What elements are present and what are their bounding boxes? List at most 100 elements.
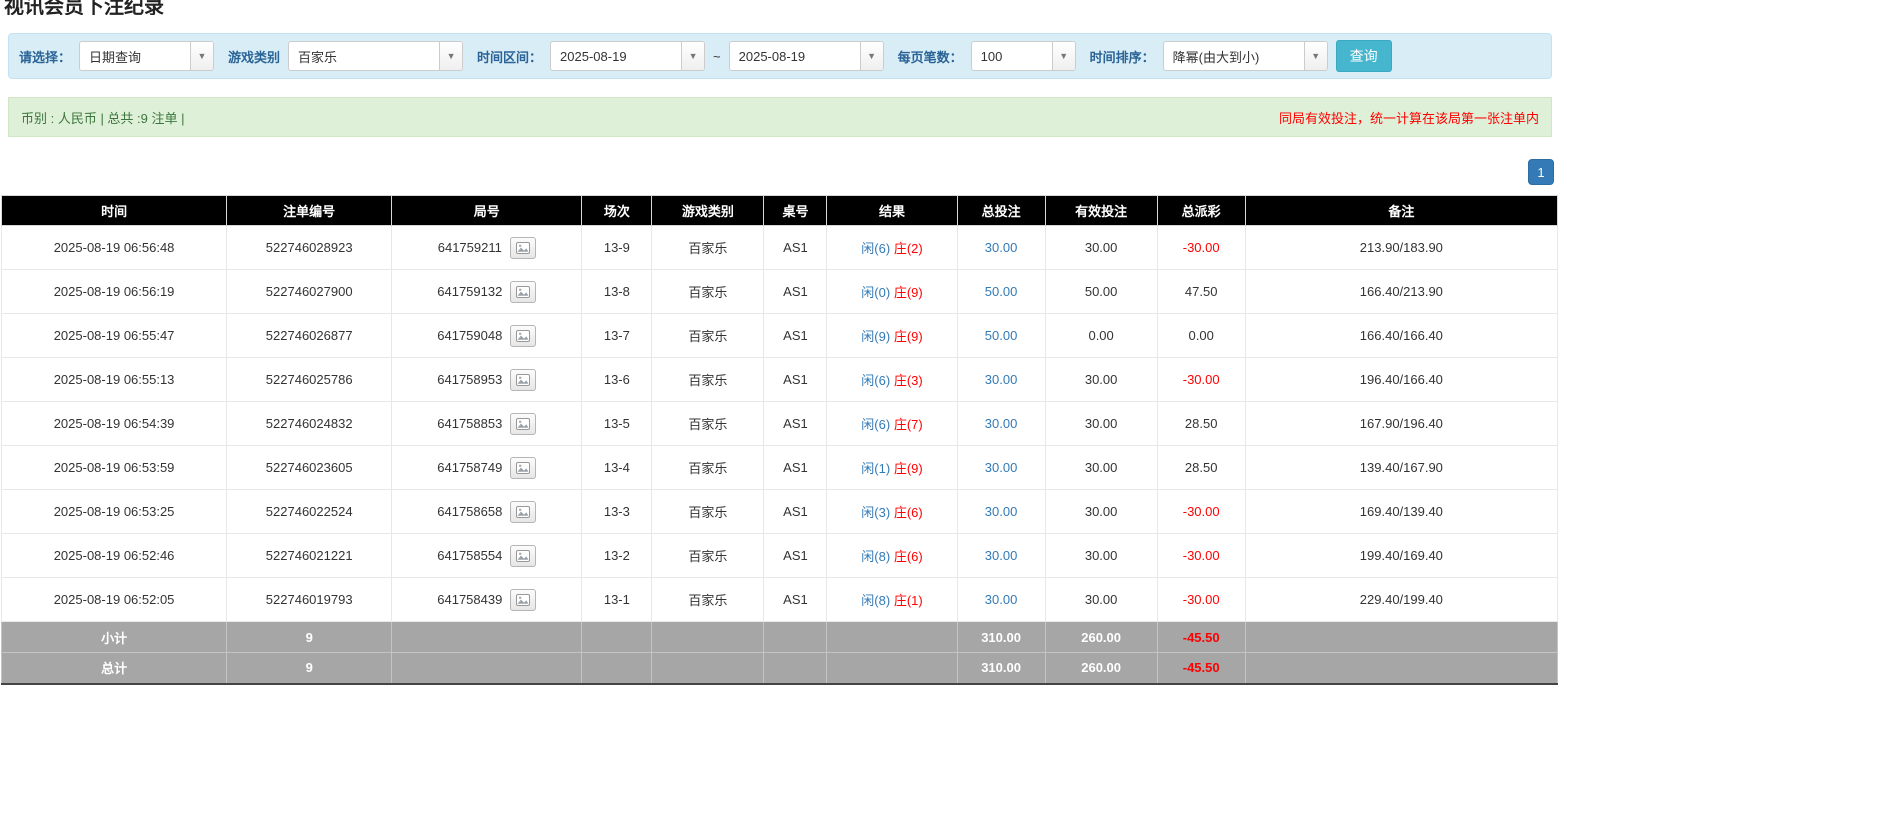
column-header: 总投注 xyxy=(957,196,1045,226)
table-row: 2025-08-19 06:53:25522746022524641758658… xyxy=(2,490,1558,534)
round-detail-icon[interactable] xyxy=(510,237,536,259)
total-bet-link[interactable]: 50.00 xyxy=(985,328,1018,343)
banker-result: 庄(9) xyxy=(894,329,923,344)
picture-icon xyxy=(516,330,530,342)
per-page-select[interactable]: 100 ▼ xyxy=(971,41,1076,71)
round-number: 641759211 xyxy=(438,240,502,255)
query-type-value: 日期查询 xyxy=(80,42,190,70)
query-type-select[interactable]: 日期查询 ▼ xyxy=(79,41,214,71)
cell-total-bet: 50.00 xyxy=(957,314,1045,358)
total-bet-link[interactable]: 30.00 xyxy=(985,460,1018,475)
cell-table-no: AS1 xyxy=(764,446,827,490)
cell-remark: 169.40/139.40 xyxy=(1245,490,1557,534)
chevron-down-icon[interactable]: ▼ xyxy=(439,42,462,70)
page-title: 视讯会员下注纪录 xyxy=(4,0,1560,15)
payout-value: 0.00 xyxy=(1189,328,1214,343)
cell-time: 2025-08-19 06:55:13 xyxy=(2,358,227,402)
cell-result: 闲(8) 庄(6) xyxy=(827,534,957,578)
cell-table-no: AS1 xyxy=(764,270,827,314)
chevron-down-icon[interactable]: ▼ xyxy=(681,42,704,70)
cell-remark: 213.90/183.90 xyxy=(1245,226,1557,270)
per-page-label: 每页笔数： xyxy=(898,47,963,66)
picture-icon xyxy=(516,242,530,254)
summary-cell xyxy=(392,622,582,653)
total-bet-link[interactable]: 30.00 xyxy=(985,240,1018,255)
summary-cell: -45.50 xyxy=(1157,653,1245,684)
date-from-select[interactable]: 2025-08-19 ▼ xyxy=(550,41,705,71)
cell-round: 641759211 xyxy=(392,226,582,270)
round-detail-icon[interactable] xyxy=(510,457,536,479)
round-detail-icon[interactable] xyxy=(510,501,536,523)
cell-game-type: 百家乐 xyxy=(652,490,764,534)
table-row: 2025-08-19 06:52:46522746021221641758554… xyxy=(2,534,1558,578)
round-number: 641758853 xyxy=(437,416,502,431)
round-detail-icon[interactable] xyxy=(510,325,536,347)
chevron-down-icon[interactable]: ▼ xyxy=(190,42,213,70)
summary-cell xyxy=(392,653,582,684)
total-bet-link[interactable]: 50.00 xyxy=(985,284,1018,299)
banker-result: 庄(9) xyxy=(894,461,923,476)
round-number: 641758439 xyxy=(437,592,502,607)
cell-game-type: 百家乐 xyxy=(652,358,764,402)
total-bet-link[interactable]: 30.00 xyxy=(985,592,1018,607)
summary-cell xyxy=(827,653,957,684)
total-bet-link[interactable]: 30.00 xyxy=(985,504,1018,519)
summary-cell xyxy=(652,653,764,684)
chevron-down-icon[interactable]: ▼ xyxy=(1304,42,1327,70)
cell-table-no: AS1 xyxy=(764,314,827,358)
cell-time: 2025-08-19 06:55:47 xyxy=(2,314,227,358)
cell-round: 641758439 xyxy=(392,578,582,622)
round-number: 641758658 xyxy=(437,504,502,519)
column-header: 场次 xyxy=(582,196,652,226)
cell-bet-id: 522746025786 xyxy=(227,358,392,402)
chevron-down-icon[interactable]: ▼ xyxy=(860,42,883,70)
round-detail-icon[interactable] xyxy=(510,589,536,611)
chevron-down-icon[interactable]: ▼ xyxy=(1052,42,1075,70)
cell-valid-bet: 30.00 xyxy=(1045,490,1157,534)
cell-valid-bet: 30.00 xyxy=(1045,578,1157,622)
range-separator: ~ xyxy=(713,49,721,64)
page-button-1[interactable]: 1 xyxy=(1528,159,1554,185)
total-row: 总计9310.00260.00-45.50 xyxy=(2,653,1558,684)
column-header: 结果 xyxy=(827,196,957,226)
currency-summary-text: 币别 : 人民币 | 总共 :9 注单 | xyxy=(21,108,185,127)
time-sort-select[interactable]: 降幂(由大到小) ▼ xyxy=(1163,41,1328,71)
time-sort-value: 降幂(由大到小) xyxy=(1164,42,1304,70)
cell-valid-bet: 30.00 xyxy=(1045,534,1157,578)
player-result: 闲(9) xyxy=(861,329,890,344)
summary-cell xyxy=(582,653,652,684)
info-bar: 币别 : 人民币 | 总共 :9 注单 | 同局有效投注，统一计算在该局第一张注… xyxy=(8,97,1552,137)
cell-round: 641758658 xyxy=(392,490,582,534)
game-type-value: 百家乐 xyxy=(289,42,439,70)
round-detail-icon[interactable] xyxy=(510,413,536,435)
round-detail-icon[interactable] xyxy=(510,281,536,303)
bet-records-table: 时间注单编号局号场次游戏类别桌号结果总投注有效投注总派彩备注 2025-08-1… xyxy=(1,195,1558,685)
cell-remark: 166.40/166.40 xyxy=(1245,314,1557,358)
game-type-select[interactable]: 百家乐 ▼ xyxy=(288,41,463,71)
table-row: 2025-08-19 06:56:19522746027900641759132… xyxy=(2,270,1558,314)
summary-cell: 小计 xyxy=(2,622,227,653)
round-number: 641758953 xyxy=(437,372,502,387)
total-bet-link[interactable]: 30.00 xyxy=(985,372,1018,387)
banker-result: 庄(3) xyxy=(894,373,923,388)
summary-cell: 9 xyxy=(227,622,392,653)
round-detail-icon[interactable] xyxy=(510,369,536,391)
player-result: 闲(3) xyxy=(861,505,890,520)
payout-value: -30.00 xyxy=(1183,372,1220,387)
cell-table-no: AS1 xyxy=(764,534,827,578)
cell-table-no: AS1 xyxy=(764,578,827,622)
query-button[interactable]: 查询 xyxy=(1336,40,1392,72)
cell-time: 2025-08-19 06:52:46 xyxy=(2,534,227,578)
round-detail-icon[interactable] xyxy=(510,545,536,567)
summary-cell: 310.00 xyxy=(957,653,1045,684)
cell-valid-bet: 30.00 xyxy=(1045,358,1157,402)
date-to-select[interactable]: 2025-08-19 ▼ xyxy=(729,41,884,71)
table-header-row: 时间注单编号局号场次游戏类别桌号结果总投注有效投注总派彩备注 xyxy=(2,196,1558,226)
total-bet-link[interactable]: 30.00 xyxy=(985,416,1018,431)
cell-round: 641758749 xyxy=(392,446,582,490)
banker-result: 庄(1) xyxy=(894,593,923,608)
cell-payout: 28.50 xyxy=(1157,446,1245,490)
table-row: 2025-08-19 06:53:59522746023605641758749… xyxy=(2,446,1558,490)
total-bet-link[interactable]: 30.00 xyxy=(985,548,1018,563)
cell-time: 2025-08-19 06:56:19 xyxy=(2,270,227,314)
